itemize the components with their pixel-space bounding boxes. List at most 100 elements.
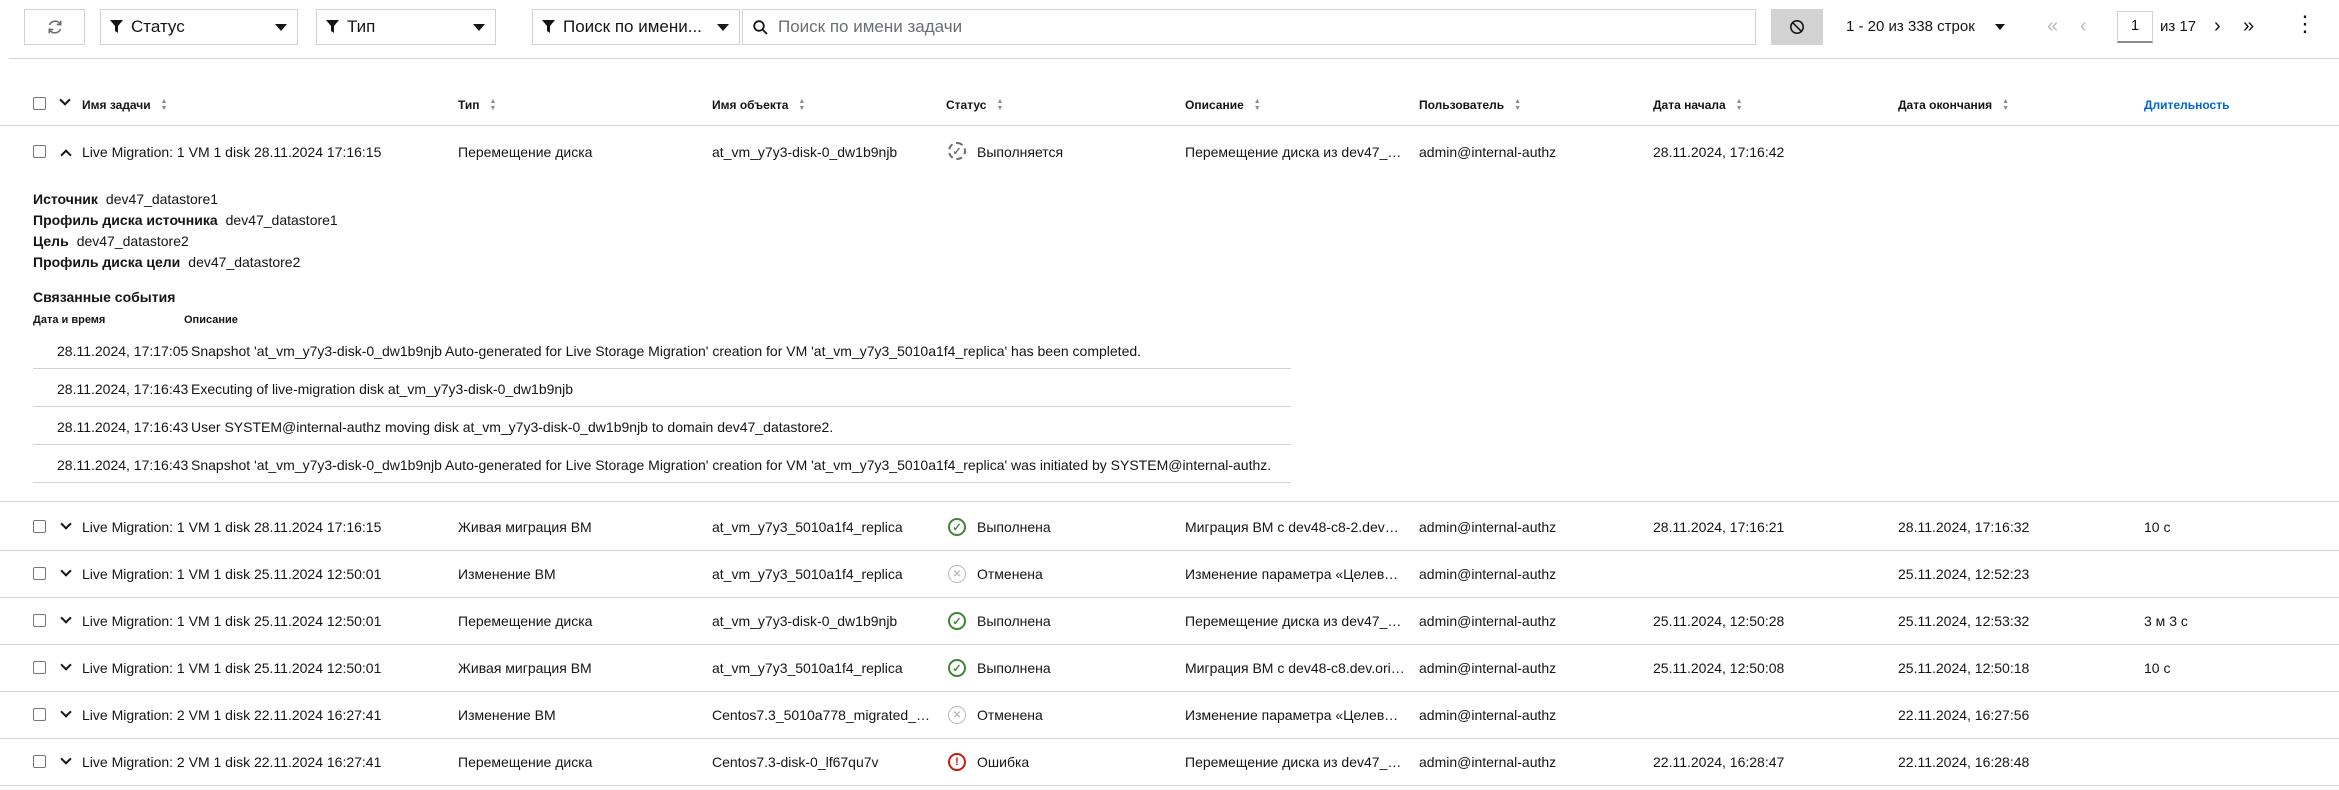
expand-row-icon[interactable] [60, 659, 72, 671]
table-header: Имя задачи ▲ ▼ Тип ▲ ▼ Имя объекта ▲ ▼ Статус ▲… [0, 86, 2339, 126]
expand-row-icon[interactable] [60, 518, 72, 530]
filter-icon [326, 20, 339, 33]
task-user: admin@internal-authz [1419, 754, 1557, 770]
task-name: Live Migration: 1 VM 1 disk 25.11.2024 1… [82, 613, 382, 629]
table-row[interactable]: Live Migration: 1 VM 1 disk 28.11.2024 1… [0, 504, 2339, 551]
task-type: Перемещение диска [458, 754, 593, 770]
search-input[interactable]: Поиск по имени задачи [742, 9, 1756, 45]
task-name: Live Migration: 1 VM 1 disk 28.11.2024 1… [82, 519, 382, 535]
task-type: Перемещение диска [458, 613, 593, 629]
row-checkbox[interactable] [33, 614, 46, 627]
detail-source-profile: Профиль диска источника dev47_datastore1 [33, 210, 338, 231]
caret-down-icon [717, 23, 729, 31]
expand-row-icon[interactable] [60, 753, 72, 765]
detail-label: Источник [33, 191, 98, 207]
per-page-dropdown[interactable]: 1 - 20 из 338 строк [1846, 18, 2005, 35]
event-description: Executing of live-migration disk at_vm_y… [191, 381, 574, 397]
refresh-button[interactable] [24, 9, 85, 45]
task-start: 22.11.2024, 16:28:47 [1653, 754, 1785, 770]
task-start: 28.11.2024, 17:16:42 [1653, 144, 1785, 160]
task-type: Живая миграция ВМ [458, 519, 592, 535]
caret-down-icon [275, 23, 287, 31]
success-icon: ✓ [948, 518, 966, 536]
row-checkbox[interactable] [33, 708, 46, 721]
row-checkbox[interactable] [33, 567, 46, 580]
task-status: Выполнена [977, 660, 1051, 676]
table-row[interactable]: Live Migration: 2 VM 1 disk 22.11.2024 1… [0, 739, 2339, 786]
expand-row-icon[interactable] [60, 565, 72, 577]
detail-label: Профиль диска цели [33, 254, 181, 270]
caret-down-icon [1994, 23, 2005, 30]
detail-value: dev47_datastore1 [105, 191, 219, 207]
column-duration[interactable]: Длительность [2144, 98, 2229, 112]
column-type[interactable]: Тип ▲ ▼ [458, 97, 497, 113]
task-duration: 3 м 3 с [2144, 613, 2188, 629]
select-all-checkbox[interactable] [33, 97, 46, 110]
task-user: admin@internal-authz [1419, 660, 1557, 676]
type-filter-dropdown[interactable]: Тип [316, 9, 496, 45]
row-checkbox[interactable] [33, 520, 46, 533]
column-object-label: Имя объекта [712, 98, 789, 112]
status-filter-dropdown[interactable]: Статус [100, 9, 298, 45]
table-row[interactable]: Live Migration: 1 VM 1 disk 25.11.2024 1… [0, 598, 2339, 645]
task-user: admin@internal-authz [1419, 144, 1557, 160]
expand-row-icon[interactable] [60, 612, 72, 624]
task-duration: 10 с [2144, 519, 2171, 535]
row-checkbox[interactable] [33, 145, 46, 158]
event-description: Snapshot 'at_vm_y7y3-disk-0_dw1b9njb Aut… [191, 343, 1142, 359]
table-row[interactable]: Live Migration: 2 VM 1 disk 22.11.2024 1… [0, 692, 2339, 739]
expand-all-icon[interactable] [59, 94, 71, 106]
column-name[interactable]: Имя задачи ▲ ▼ [82, 98, 168, 113]
row-checkbox[interactable] [33, 755, 46, 768]
event-row: 28.11.2024, 17:16:43 User SYSTEM@interna… [33, 407, 1291, 445]
task-status: Выполнена [977, 519, 1051, 535]
column-user[interactable]: Пользователь ▲ ▼ [1419, 97, 1522, 113]
column-type-label: Тип [458, 98, 480, 112]
task-start: 28.11.2024, 17:16:21 [1653, 519, 1785, 535]
task-details: Источник dev47_datastore1 Профиль диска и… [33, 189, 338, 273]
column-object[interactable]: Имя объекта ▲ ▼ [712, 98, 805, 113]
last-page-icon[interactable]: » [2243, 14, 2254, 38]
row-checkbox[interactable] [33, 661, 46, 674]
task-type: Изменение ВМ [458, 566, 556, 582]
kebab-menu-icon[interactable]: ⋮ [2294, 13, 2316, 35]
search-icon [753, 19, 768, 35]
event-time: 28.11.2024, 17:16:43 [57, 419, 189, 435]
next-page-icon[interactable]: › [2214, 14, 2221, 38]
column-description-label: Описание [1185, 98, 1244, 112]
sort-icon: ▲ ▼ [1514, 97, 1522, 112]
expand-row-icon[interactable] [60, 706, 72, 718]
event-time: 28.11.2024, 17:16:43 [57, 457, 189, 473]
column-start[interactable]: Дата начала ▲ ▼ [1653, 97, 1743, 113]
sort-icon: ▲ ▼ [1735, 97, 1743, 112]
task-status: Отменена [977, 566, 1043, 582]
task-end: 28.11.2024, 17:16:32 [1898, 519, 2030, 535]
task-name: Live Migration: 1 VM 1 disk 28.11.2024 1… [82, 144, 382, 160]
first-page-icon[interactable]: « [2047, 14, 2058, 38]
task-description: Миграция ВМ с dev48-c8.dev.orion.local н… [1185, 660, 1405, 676]
column-status[interactable]: Статус ▲ ▼ [946, 98, 1003, 113]
sort-icon: ▲ ▼ [489, 97, 497, 112]
object-name: at_vm_y7y3_5010a1f4_replica [712, 566, 903, 582]
search-mode-dropdown[interactable]: Поиск по имени... [532, 9, 740, 45]
column-end[interactable]: Дата окончания ▲ ▼ [1898, 98, 2009, 113]
prev-page-icon[interactable]: ‹ [2080, 14, 2087, 38]
detail-value: dev47_datastore2 [76, 233, 189, 249]
task-description: Изменение параметра «Целевое хранилище» [1185, 566, 1405, 582]
task-type: Перемещение диска [458, 144, 593, 160]
collapse-row-icon[interactable] [60, 149, 72, 161]
task-description: Перемещение диска из dev47_datastore1 в … [1185, 754, 1405, 770]
column-user-label: Пользователь [1419, 98, 1505, 112]
task-description: Изменение параметра «Целевое хранилище» [1185, 707, 1405, 723]
page-number-input[interactable]: 1 [2117, 11, 2153, 43]
task-end: 25.11.2024, 12:53:32 [1898, 613, 2030, 629]
column-description[interactable]: Описание ▲ ▼ [1185, 98, 1261, 113]
events-column-description: Описание [184, 314, 238, 326]
search-placeholder: Поиск по имени задачи [778, 17, 963, 36]
clear-filters-button[interactable] [1771, 9, 1823, 45]
event-description: Snapshot 'at_vm_y7y3-disk-0_dw1b9njb Aut… [191, 457, 1272, 473]
event-description: User SYSTEM@internal-authz moving disk a… [191, 419, 834, 435]
object-name: at_vm_y7y3_5010a1f4_replica [712, 660, 903, 676]
table-row[interactable]: Live Migration: 1 VM 1 disk 25.11.2024 1… [0, 645, 2339, 692]
table-row[interactable]: Live Migration: 1 VM 1 disk 25.11.2024 1… [0, 551, 2339, 598]
